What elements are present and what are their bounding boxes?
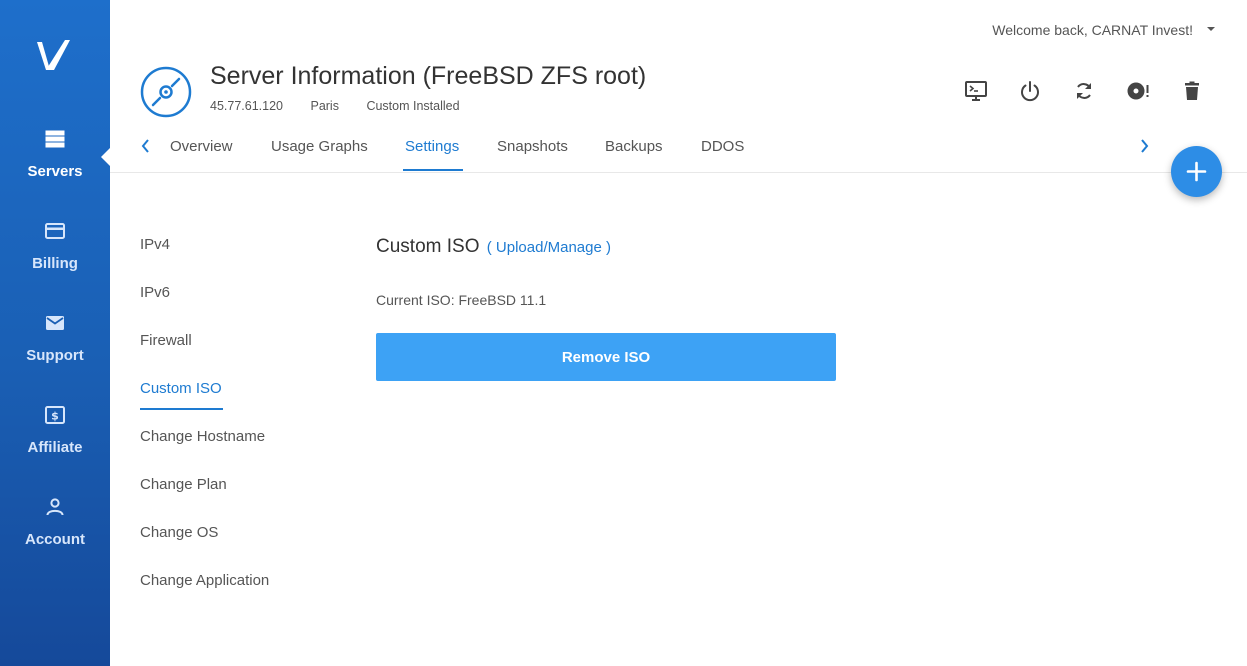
active-tab-indicator <box>403 169 463 171</box>
remove-iso-button[interactable]: Remove ISO <box>376 333 836 381</box>
restart-button[interactable] <box>1072 79 1096 103</box>
welcome-text: Welcome back, CARNAT Invest! <box>992 22 1193 38</box>
custom-iso-panel: Custom ISO ( Upload/Manage ) Current ISO… <box>376 236 836 381</box>
sidebar-item-label: Affiliate <box>27 439 83 456</box>
active-menu-indicator <box>140 408 223 410</box>
header-divider <box>110 172 1247 173</box>
trash-icon <box>1185 81 1199 100</box>
tab-overview[interactable]: Overview <box>170 138 233 155</box>
menu-item-ipv6[interactable]: IPv6 <box>140 284 170 301</box>
menu-item-change-hostname[interactable]: Change Hostname <box>140 428 265 445</box>
server-actions <box>964 79 1204 103</box>
disc-alert-icon <box>1127 82 1149 100</box>
tab-usage-graphs[interactable]: Usage Graphs <box>271 138 368 155</box>
sidebar-item-label: Servers <box>27 163 83 180</box>
current-iso-text: Current ISO: FreeBSD 11.1 <box>376 292 547 308</box>
view-console-button[interactable] <box>964 79 988 103</box>
chevron-down-icon <box>1207 27 1215 32</box>
vultr-logo[interactable] <box>34 36 76 78</box>
server-location: Paris <box>310 99 339 113</box>
sidebar-item-support[interactable]: Support <box>0 311 110 391</box>
sidebar-item-label: Account <box>25 531 85 548</box>
tab-bar: Overview Usage Graphs Settings Snapshots… <box>134 126 1159 173</box>
menu-item-change-application[interactable]: Change Application <box>140 572 269 589</box>
sidebar-item-servers[interactable]: Servers <box>0 127 110 207</box>
chevron-right-icon <box>1141 139 1149 153</box>
app: Servers Billing Support $ Affiliate Acco… <box>0 0 1247 666</box>
menu-item-change-os[interactable]: Change OS <box>140 524 218 541</box>
page-title: Server Information (FreeBSD ZFS root) <box>210 62 647 90</box>
server-meta: 45.77.61.120 Paris Custom Installed <box>210 99 484 113</box>
sidebar-item-account[interactable]: Account <box>0 495 110 575</box>
sidebar: Servers Billing Support $ Affiliate Acco… <box>0 0 110 666</box>
servers-icon <box>43 127 67 151</box>
plus-icon <box>1186 161 1207 182</box>
tab-backups[interactable]: Backups <box>605 138 663 155</box>
power-button[interactable] <box>1018 79 1042 103</box>
menu-item-custom-iso[interactable]: Custom ISO <box>140 380 222 397</box>
tab-scroll-right-button[interactable] <box>1134 136 1154 156</box>
tab-snapshots[interactable]: Snapshots <box>497 138 568 155</box>
add-server-button[interactable] <box>1171 146 1222 197</box>
refresh-icon <box>1077 83 1091 99</box>
monitor-icon <box>965 81 987 101</box>
reinstall-button[interactable] <box>1126 79 1150 103</box>
power-icon <box>1021 81 1039 102</box>
menu-item-ipv4[interactable]: IPv4 <box>140 236 170 253</box>
upload-manage-link[interactable]: ( Upload/Manage ) <box>487 239 611 256</box>
tab-settings[interactable]: Settings <box>405 138 459 155</box>
tab-ddos[interactable]: DDOS <box>701 138 744 155</box>
tab-scroll-left-button[interactable] <box>136 136 156 156</box>
sidebar-item-label: Billing <box>32 255 78 272</box>
menu-item-firewall[interactable]: Firewall <box>140 332 192 349</box>
user-menu[interactable]: Welcome back, CARNAT Invest! <box>992 22 1215 38</box>
sidebar-item-label: Support <box>26 347 84 364</box>
disc-icon <box>140 66 192 118</box>
section-title: Custom ISO ( Upload/Manage ) <box>376 236 836 258</box>
sidebar-item-affiliate[interactable]: $ Affiliate <box>0 403 110 483</box>
sidebar-item-billing[interactable]: Billing <box>0 219 110 299</box>
billing-card-icon <box>43 219 67 243</box>
section-title-text: Custom ISO <box>376 236 480 257</box>
destroy-button[interactable] <box>1180 79 1204 103</box>
chevron-left-icon <box>141 139 149 153</box>
server-ip: 45.77.61.120 <box>210 99 283 113</box>
user-icon <box>43 495 67 519</box>
affiliate-dollar-icon: $ <box>43 403 67 427</box>
server-os: Custom Installed <box>366 99 460 113</box>
menu-item-change-plan[interactable]: Change Plan <box>140 476 227 493</box>
svg-text:$: $ <box>51 410 59 423</box>
envelope-icon <box>43 311 67 335</box>
